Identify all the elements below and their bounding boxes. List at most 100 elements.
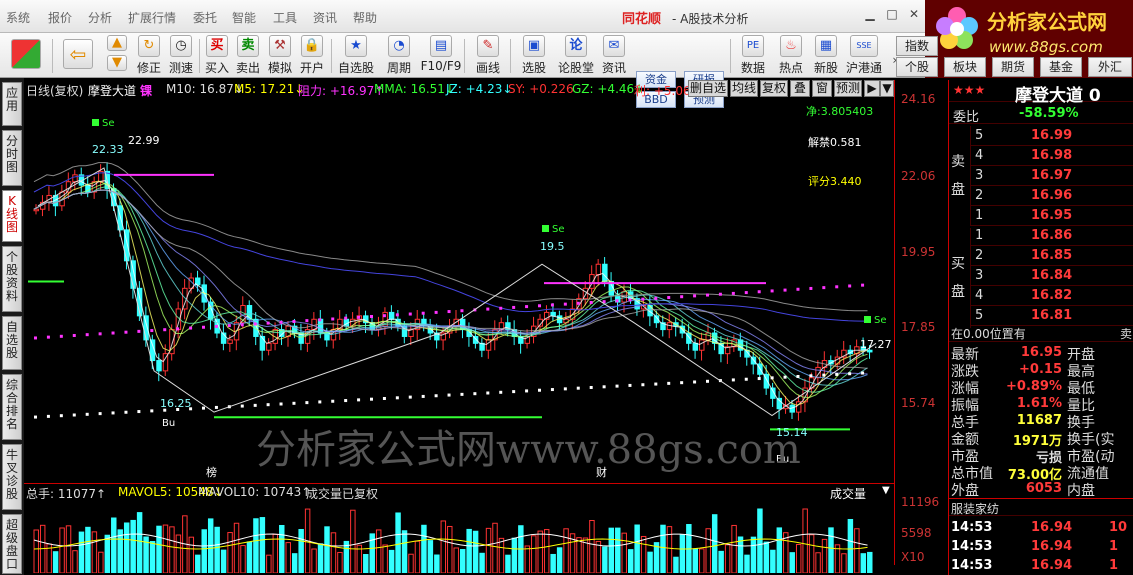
scroll-right-icon[interactable]: ▶	[864, 80, 880, 97]
ipo-button[interactable]: ▦ 新股	[810, 35, 842, 77]
volume-bar	[647, 551, 653, 573]
watchlist-button[interactable]: ★ 自选股	[335, 35, 377, 77]
menu-tools[interactable]: 工具	[273, 9, 297, 26]
adjust-button[interactable]: 复权	[760, 80, 788, 97]
sell-level-row[interactable]: 1 16.95	[971, 206, 1133, 226]
buy-level-row[interactable]: 5 16.81	[971, 306, 1133, 326]
toolbar-divider	[331, 39, 332, 73]
mavol10-value: MAVOL10: 10743↑	[198, 485, 312, 499]
high1-label: 22.33	[92, 143, 124, 156]
window-button[interactable]: 窗	[812, 80, 832, 97]
menu-info[interactable]: 资讯	[313, 9, 337, 26]
tab-forex[interactable]: 外汇	[1088, 57, 1132, 77]
stock-picker-button[interactable]: ▣ 选股	[514, 35, 554, 77]
tab-stock-profile[interactable]: 个股资料	[2, 246, 22, 312]
predict-button[interactable]: 预测	[834, 80, 862, 97]
period-button[interactable]: ◔ 周期	[380, 35, 418, 77]
menu-smart[interactable]: 智能	[232, 9, 256, 26]
tab-funds[interactable]: 基金	[1040, 57, 1082, 77]
f10-button[interactable]: ▤ F10/F9	[420, 35, 462, 77]
volume-bar	[531, 535, 537, 573]
dotted-ma-mark	[615, 299, 619, 303]
menu-system[interactable]: 系统	[6, 9, 30, 26]
close-icon[interactable]: ✕	[904, 5, 924, 23]
hotspot-button[interactable]: ♨ 热点	[774, 35, 808, 77]
dotted-ma-mark	[395, 313, 399, 317]
tab-stock[interactable]: 个股	[896, 57, 938, 77]
dropdown-icon[interactable]: ▼	[880, 80, 894, 97]
simulate-label: 模拟	[267, 61, 292, 75]
menu-order[interactable]: 委托	[193, 9, 217, 26]
draw-line-button[interactable]: ✎ 画线	[468, 35, 508, 77]
quote-panel: ★★★ 摩登大道 0 委比 -58.59% 卖盘 5 16.99 4 16.98 3 16…	[948, 80, 1133, 575]
ma-ribbon-line	[33, 189, 868, 381]
dotted-ma-mark	[434, 394, 438, 398]
volume-bar	[279, 524, 285, 573]
f10-label: F10/F9	[420, 59, 462, 73]
volume-bar	[828, 527, 834, 573]
sy-value: SY: +0.226	[508, 82, 574, 96]
price-tick: 15.74	[901, 396, 936, 410]
dotted-ma-mark	[744, 291, 748, 295]
volume-dropdown-icon[interactable]: ▼	[882, 485, 890, 496]
buy-level-row[interactable]: 3 16.84	[971, 266, 1133, 286]
tab-index[interactable]: 指数	[896, 36, 938, 56]
sell-level-row[interactable]: 2 16.96	[971, 186, 1133, 206]
quote-detail-row: 涨跌 +0.15 最高	[949, 361, 1133, 380]
sell-level-row[interactable]: 4 16.98	[971, 146, 1133, 166]
open-account-button[interactable]: 🔒 开户	[297, 35, 327, 77]
news-button[interactable]: ✉ 资讯	[598, 35, 630, 77]
buy-level-row[interactable]: 1 16.86	[971, 226, 1133, 246]
sell-level-row[interactable]: 5 16.99	[971, 126, 1133, 146]
menu-quote[interactable]: 报价	[48, 9, 72, 26]
buy-button[interactable]: 买 买入	[203, 35, 231, 77]
volume-bar	[220, 549, 227, 573]
sell-level-row[interactable]: 3 16.97	[971, 166, 1133, 186]
buy-level: 1	[975, 228, 984, 243]
buy-level-row[interactable]: 4 16.82	[971, 286, 1133, 306]
volume-bar	[472, 530, 479, 573]
tab-apps[interactable]: 应用	[2, 82, 22, 126]
speedtest-button[interactable]: ◷ 测速	[166, 35, 196, 77]
simulate-button[interactable]: ⚒ 模拟	[265, 35, 295, 77]
volume-bar	[240, 545, 246, 573]
menu-help[interactable]: 帮助	[353, 9, 377, 26]
tab-watchlist[interactable]: 自选股	[2, 316, 22, 370]
tab-diagnosis[interactable]: 牛叉诊股	[2, 444, 22, 510]
up-down-button[interactable]: ▲ ▼	[104, 35, 130, 77]
data-button[interactable]: PE 数据	[736, 35, 770, 77]
back-button[interactable]: ⇦	[60, 35, 96, 77]
maximize-icon[interactable]: □	[882, 5, 902, 23]
buy-level-row[interactable]: 2 16.85	[971, 246, 1133, 266]
dotted-ma-mark	[59, 414, 63, 418]
kline-chart[interactable]: 净:3.805403 解禁0.581 评分3.440 Se Se Se 22.3…	[24, 98, 894, 483]
tab-sector[interactable]: 板块	[944, 57, 986, 77]
volume-chart	[33, 508, 873, 573]
tab-kline[interactable]: K线图	[2, 190, 22, 242]
correct-button[interactable]: ↻ 修正	[134, 35, 164, 77]
overlay-button[interactable]: 叠	[790, 80, 810, 97]
volume-bar	[388, 549, 395, 573]
tab-timeshare[interactable]: 分时图	[2, 130, 22, 186]
period-indicator[interactable]: 日线(复权)	[26, 82, 83, 99]
dotted-ma-mark	[98, 332, 102, 336]
tab-super-panel[interactable]: 超级盘口	[2, 514, 22, 574]
hk-connect-button[interactable]: SSE 沪港通	[844, 35, 884, 77]
minimize-icon[interactable]: ▁	[860, 5, 880, 23]
tab-futures[interactable]: 期货	[992, 57, 1034, 77]
menu-extended[interactable]: 扩展行情	[128, 9, 176, 26]
tab-ranking[interactable]: 综合排名	[2, 374, 22, 440]
dotted-ma-mark	[460, 309, 464, 313]
ma-button[interactable]: 均线	[730, 80, 758, 97]
forum-button[interactable]: 论 论股堂	[557, 35, 595, 77]
menu-analysis[interactable]: 分析	[88, 9, 112, 26]
dotted-ma-mark	[279, 402, 283, 406]
toolbar-divider	[510, 39, 511, 73]
layout-button[interactable]	[6, 35, 46, 77]
trade-time: 14:53	[951, 539, 993, 554]
dotted-ma-mark	[202, 406, 205, 410]
sell-button[interactable]: 卖 卖出	[234, 35, 262, 77]
layout-icon	[11, 39, 41, 69]
dotted-ma-mark	[292, 401, 296, 405]
remove-watchlist-button[interactable]: 删自选	[688, 80, 728, 97]
